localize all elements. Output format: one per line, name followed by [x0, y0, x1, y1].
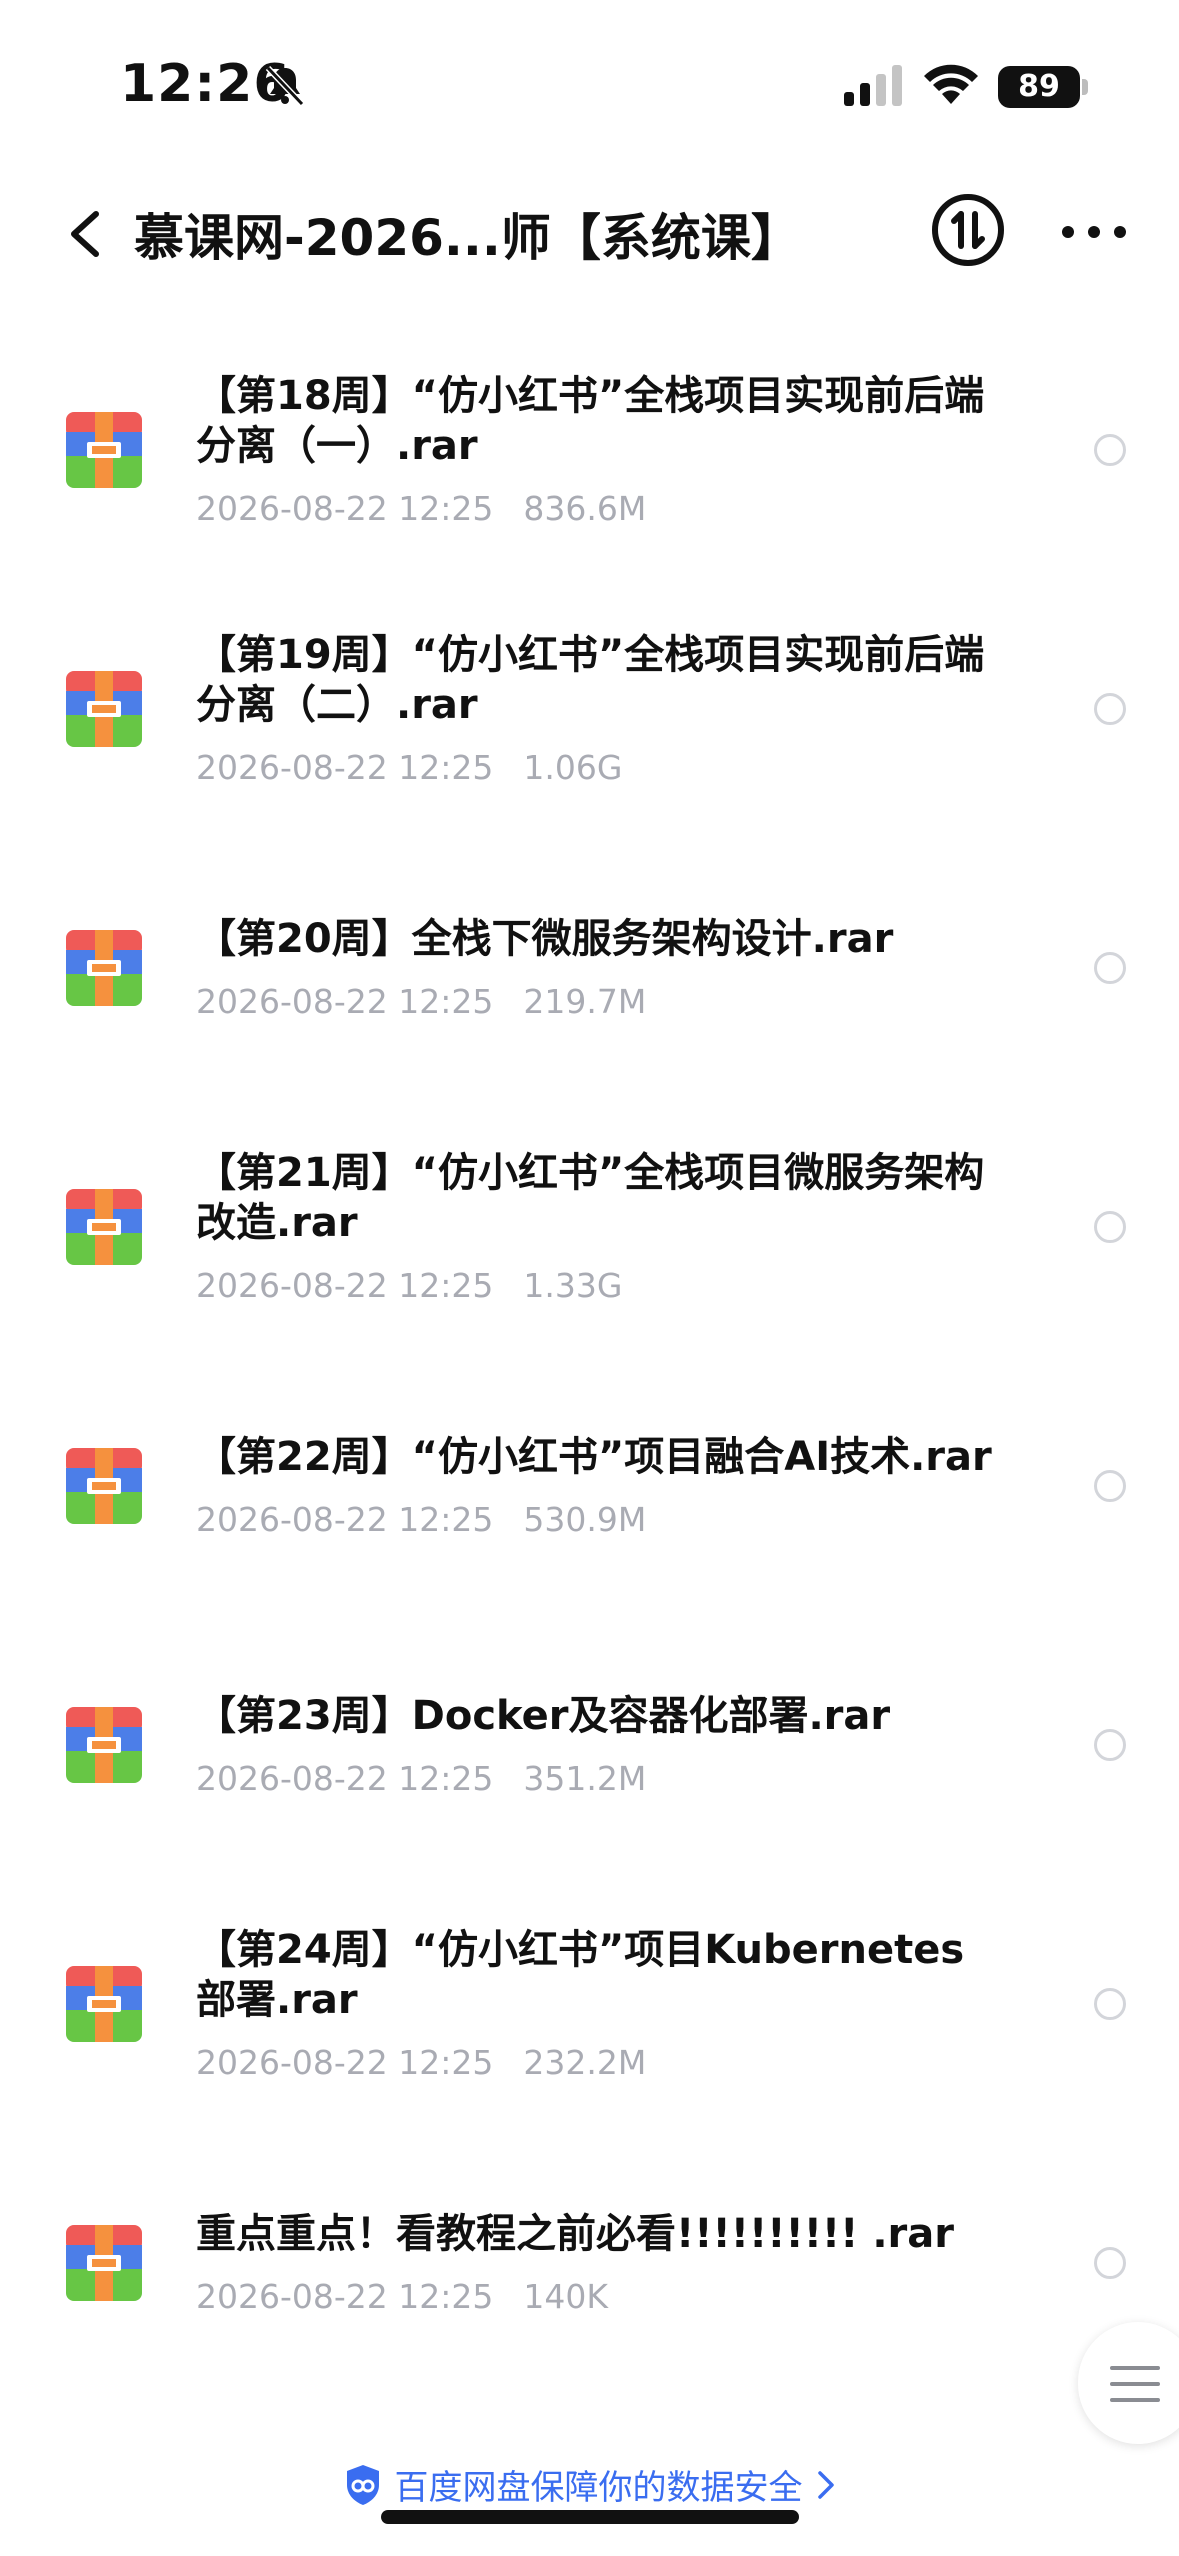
file-size: 1.06G: [523, 748, 623, 787]
bell-muted-icon: [265, 65, 305, 107]
file-name: 【第22周】“仿小红书”项目融合AI技术.rar: [196, 1434, 992, 1480]
chevron-right-icon: [817, 2470, 834, 2499]
select-checkbox[interactable]: [1094, 1988, 1126, 2020]
file-name: 【第21周】“仿小红书”全栈项目微服务架构改造.rar: [196, 1150, 985, 1246]
file-meta: 2026-08-22 12:25 530.9M: [196, 1500, 996, 1540]
file-size: 140K: [523, 2277, 609, 2316]
file-text: 【第19周】“仿小红书”全栈项目实现前后端分离（二）.rar 2026-08-2…: [196, 630, 996, 788]
select-checkbox[interactable]: [1094, 434, 1126, 466]
file-meta: 2026-08-22 12:25 1.33G: [196, 1266, 996, 1306]
file-date: 2026-08-22 12:25: [196, 2277, 494, 2316]
sort-icon[interactable]: [930, 192, 1006, 268]
file-text: 【第20周】全栈下微服务架构设计.rar 2026-08-22 12:25 219…: [196, 914, 996, 1022]
shield-icon: [346, 2464, 379, 2505]
status-bar: 12:26 89: [0, 0, 1179, 170]
rar-archive-icon: [66, 930, 142, 1006]
file-size: 219.7M: [523, 982, 647, 1021]
file-size: 351.2M: [523, 1759, 647, 1798]
file-meta: 2026-08-22 12:25 219.7M: [196, 982, 996, 1022]
file-text: 【第24周】“仿小红书”项目Kubernetes部署.rar 2026-08-2…: [196, 1925, 996, 2083]
file-meta: 2026-08-22 12:25 140K: [196, 2277, 996, 2317]
menu-lines-icon: [1110, 2366, 1160, 2402]
file-row[interactable]: 【第20周】全栈下微服务架构设计.rar 2026-08-22 12:25 219…: [0, 818, 1179, 1077]
file-name: 重点重点！看教程之前必看!!!!!!!!!! .rar: [196, 2211, 954, 2257]
file-meta: 2026-08-22 12:25 232.2M: [196, 2043, 996, 2083]
home-indicator: [381, 2510, 799, 2524]
file-row[interactable]: 【第18周】“仿小红书”全栈项目实现前后端分离（一）.rar 2026-08-2…: [0, 300, 1179, 559]
rar-archive-icon: [66, 1448, 142, 1524]
file-name: 【第20周】全栈下微服务架构设计.rar: [196, 916, 894, 962]
more-options-icon[interactable]: [1058, 220, 1130, 244]
file-date: 2026-08-22 12:25: [196, 2043, 494, 2082]
file-date: 2026-08-22 12:25: [196, 748, 494, 787]
file-date: 2026-08-22 12:25: [196, 489, 494, 528]
select-checkbox[interactable]: [1094, 952, 1126, 984]
rar-archive-icon: [66, 1966, 142, 2042]
back-arrow-icon[interactable]: [58, 202, 114, 266]
file-size: 530.9M: [523, 1500, 647, 1539]
file-text: 【第22周】“仿小红书”项目融合AI技术.rar 2026-08-22 12:2…: [196, 1432, 996, 1540]
select-checkbox[interactable]: [1094, 2247, 1126, 2279]
rar-archive-icon: [66, 1707, 142, 1783]
rar-archive-icon: [66, 412, 142, 488]
file-date: 2026-08-22 12:25: [196, 1759, 494, 1798]
rar-archive-icon: [66, 671, 142, 747]
select-checkbox[interactable]: [1094, 1211, 1126, 1243]
rar-archive-icon: [66, 1189, 142, 1265]
file-row[interactable]: 【第22周】“仿小红书”项目融合AI技术.rar 2026-08-22 12:2…: [0, 1336, 1179, 1595]
file-meta: 2026-08-22 12:25 1.06G: [196, 748, 996, 788]
file-size: 1.33G: [523, 1266, 623, 1305]
wifi-icon: [924, 64, 978, 104]
floating-menu-button[interactable]: [1078, 2322, 1179, 2444]
file-text: 重点重点！看教程之前必看!!!!!!!!!! .rar 2026-08-22 1…: [196, 2209, 996, 2317]
file-row[interactable]: 【第19周】“仿小红书”全栈项目实现前后端分离（二）.rar 2026-08-2…: [0, 559, 1179, 818]
file-date: 2026-08-22 12:25: [196, 982, 494, 1021]
file-meta: 2026-08-22 12:25 351.2M: [196, 1759, 996, 1799]
file-row[interactable]: 重点重点！看教程之前必看!!!!!!!!!! .rar 2026-08-22 1…: [0, 2113, 1179, 2372]
select-checkbox[interactable]: [1094, 1470, 1126, 1502]
battery-indicator: 89: [998, 66, 1090, 108]
file-row[interactable]: 【第24周】“仿小红书”项目Kubernetes部署.rar 2026-08-2…: [0, 1854, 1179, 2113]
file-text: 【第21周】“仿小红书”全栈项目微服务架构改造.rar 2026-08-22 1…: [196, 1148, 996, 1306]
select-checkbox[interactable]: [1094, 693, 1126, 725]
select-checkbox[interactable]: [1094, 1729, 1126, 1761]
file-row[interactable]: 【第21周】“仿小红书”全栈项目微服务架构改造.rar 2026-08-22 1…: [0, 1077, 1179, 1336]
file-size: 836.6M: [523, 489, 647, 528]
file-date: 2026-08-22 12:25: [196, 1266, 494, 1305]
file-text: 【第23周】Docker及容器化部署.rar 2026-08-22 12:25 3…: [196, 1691, 996, 1799]
file-size: 232.2M: [523, 2043, 647, 2082]
cellular-signal-icon: [844, 65, 902, 106]
file-date: 2026-08-22 12:25: [196, 1500, 494, 1539]
file-row[interactable]: 【第23周】Docker及容器化部署.rar 2026-08-22 12:25 3…: [0, 1595, 1179, 1854]
file-meta: 2026-08-22 12:25 836.6M: [196, 489, 996, 529]
file-name: 【第23周】Docker及容器化部署.rar: [196, 1693, 891, 1739]
battery-level: 89: [1018, 69, 1060, 104]
file-text: 【第18周】“仿小红书”全栈项目实现前后端分离（一）.rar 2026-08-2…: [196, 371, 996, 529]
rar-archive-icon: [66, 2225, 142, 2301]
file-name: 【第24周】“仿小红书”项目Kubernetes部署.rar: [196, 1927, 965, 2023]
page-title: 慕课网-2026...师【系统课】: [134, 209, 801, 267]
file-name: 【第18周】“仿小红书”全栈项目实现前后端分离（一）.rar: [196, 373, 985, 469]
security-footer-text: 百度网盘保障你的数据安全: [394, 2468, 803, 2508]
file-name: 【第19周】“仿小红书”全栈项目实现前后端分离（二）.rar: [196, 632, 985, 728]
nav-bar: 慕课网-2026...师【系统课】: [0, 170, 1179, 300]
